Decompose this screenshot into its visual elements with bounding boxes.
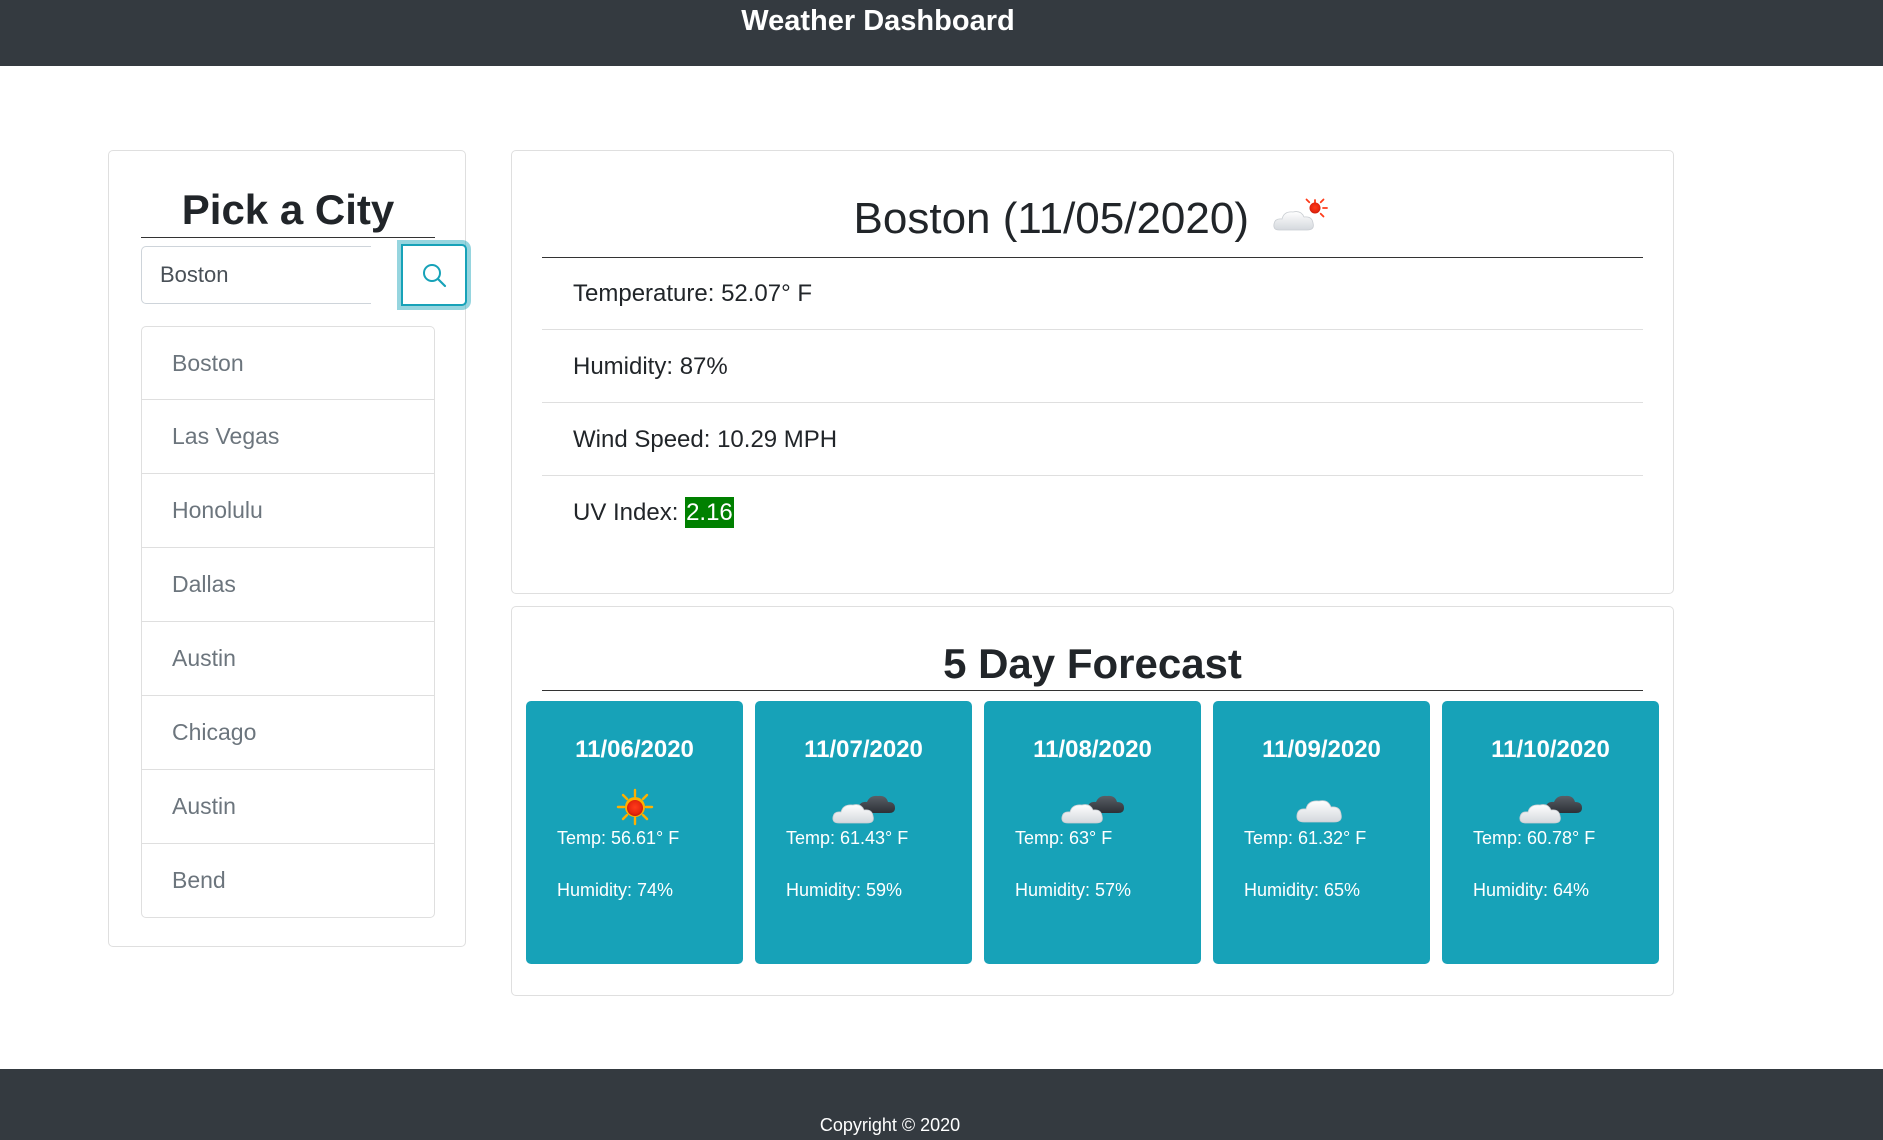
forecast-day-card: 11/06/2020 Temp: 56.61° F Humidity: 74% — [526, 701, 743, 964]
sun-icon — [616, 788, 653, 826]
city-search-input[interactable] — [141, 246, 371, 304]
uv-index-badge: 2.16 — [685, 497, 734, 528]
forecast-date: 11/08/2020 — [1033, 736, 1152, 763]
forecast-date: 11/10/2020 — [1491, 736, 1610, 763]
wind-speed-row: Wind Speed: 10.29 MPH — [542, 403, 1643, 476]
city-item-las-vegas[interactable]: Las Vegas — [141, 400, 435, 474]
forecast-temp: Temp: 56.61° F — [557, 828, 680, 848]
city-item-dallas[interactable]: Dallas — [141, 548, 435, 622]
dark-clouds-icon — [831, 795, 895, 824]
dark-clouds-icon — [1060, 795, 1124, 824]
search-icon — [423, 264, 447, 288]
forecast-date: 11/06/2020 — [575, 736, 694, 763]
forecast-humidity: Humidity: 65% — [1244, 880, 1361, 900]
forecast-date: 11/09/2020 — [1262, 736, 1381, 763]
copyright-text: Copyright © 2020 — [819, 1115, 961, 1135]
forecast-day-card: 11/08/2020 Temp: 63° F Humidity: 57% — [984, 701, 1201, 964]
forecast-day-card: 11/09/2020 Temp: 61.32° F Humidity: 65% — [1213, 701, 1430, 964]
forecast-temp: Temp: 61.32° F — [1244, 828, 1367, 848]
forecast-humidity: Humidity: 59% — [786, 880, 903, 900]
forecast-temp: Temp: 61.43° F — [786, 828, 909, 848]
search-button[interactable] — [401, 244, 467, 306]
top-navbar: Weather Dashboard — [0, 0, 1883, 66]
forecast-temp: Temp: 63° F — [1015, 828, 1113, 848]
city-item-boston[interactable]: Boston — [141, 326, 435, 400]
page-footer: Copyright © 2020 — [0, 1069, 1883, 1140]
forecast-humidity: Humidity: 57% — [1015, 880, 1132, 900]
forecast-humidity: Humidity: 64% — [1473, 880, 1590, 900]
current-weather-heading: Boston (11/05/2020) — [542, 181, 1643, 258]
uv-index-label: UV Index: — [573, 499, 686, 526]
uv-index-row: UV Index: 2.16 — [542, 476, 1643, 549]
current-weather-card: Boston (11/05/2020) Temperature: 52.07° … — [511, 150, 1674, 594]
city-sidebar: Pick a City Boston Las Vegas Honolulu Da… — [108, 150, 467, 947]
forecast-date: 11/07/2020 — [804, 736, 923, 763]
cloud-icon — [1295, 800, 1342, 823]
city-item-austin[interactable]: Austin — [141, 622, 435, 696]
city-item-chicago[interactable]: Chicago — [141, 696, 435, 770]
forecast-day-card: 11/10/2020 Temp: 60.78° F Humidity: 64% — [1442, 701, 1659, 964]
forecast-temp: Temp: 60.78° F — [1473, 828, 1596, 848]
city-item-austin-2[interactable]: Austin — [141, 770, 435, 844]
sidebar-heading: Pick a City — [141, 183, 435, 238]
temperature-row: Temperature: 52.07° F — [542, 257, 1643, 330]
search-group — [141, 244, 467, 306]
app-title: Weather Dashboard — [741, 5, 1015, 37]
forecast-card: 5 Day Forecast 11/06/2020 Temp: 56.61° F… — [511, 606, 1674, 996]
dark-clouds-icon — [1518, 795, 1582, 824]
forecast-heading: 5 Day Forecast — [542, 638, 1643, 691]
forecast-humidity: Humidity: 74% — [557, 880, 674, 900]
humidity-row: Humidity: 87% — [542, 330, 1643, 403]
city-history-list: Boston Las Vegas Honolulu Dallas Austin … — [141, 326, 435, 918]
partly-cloudy-sun-icon — [1271, 197, 1331, 242]
city-item-honolulu[interactable]: Honolulu — [141, 474, 435, 548]
forecast-day-card: 11/07/2020 Temp: 61.43° F Humidity: 59% — [755, 701, 972, 964]
current-city-title: Boston (11/05/2020) — [853, 194, 1249, 243]
city-item-bend[interactable]: Bend — [141, 844, 435, 918]
